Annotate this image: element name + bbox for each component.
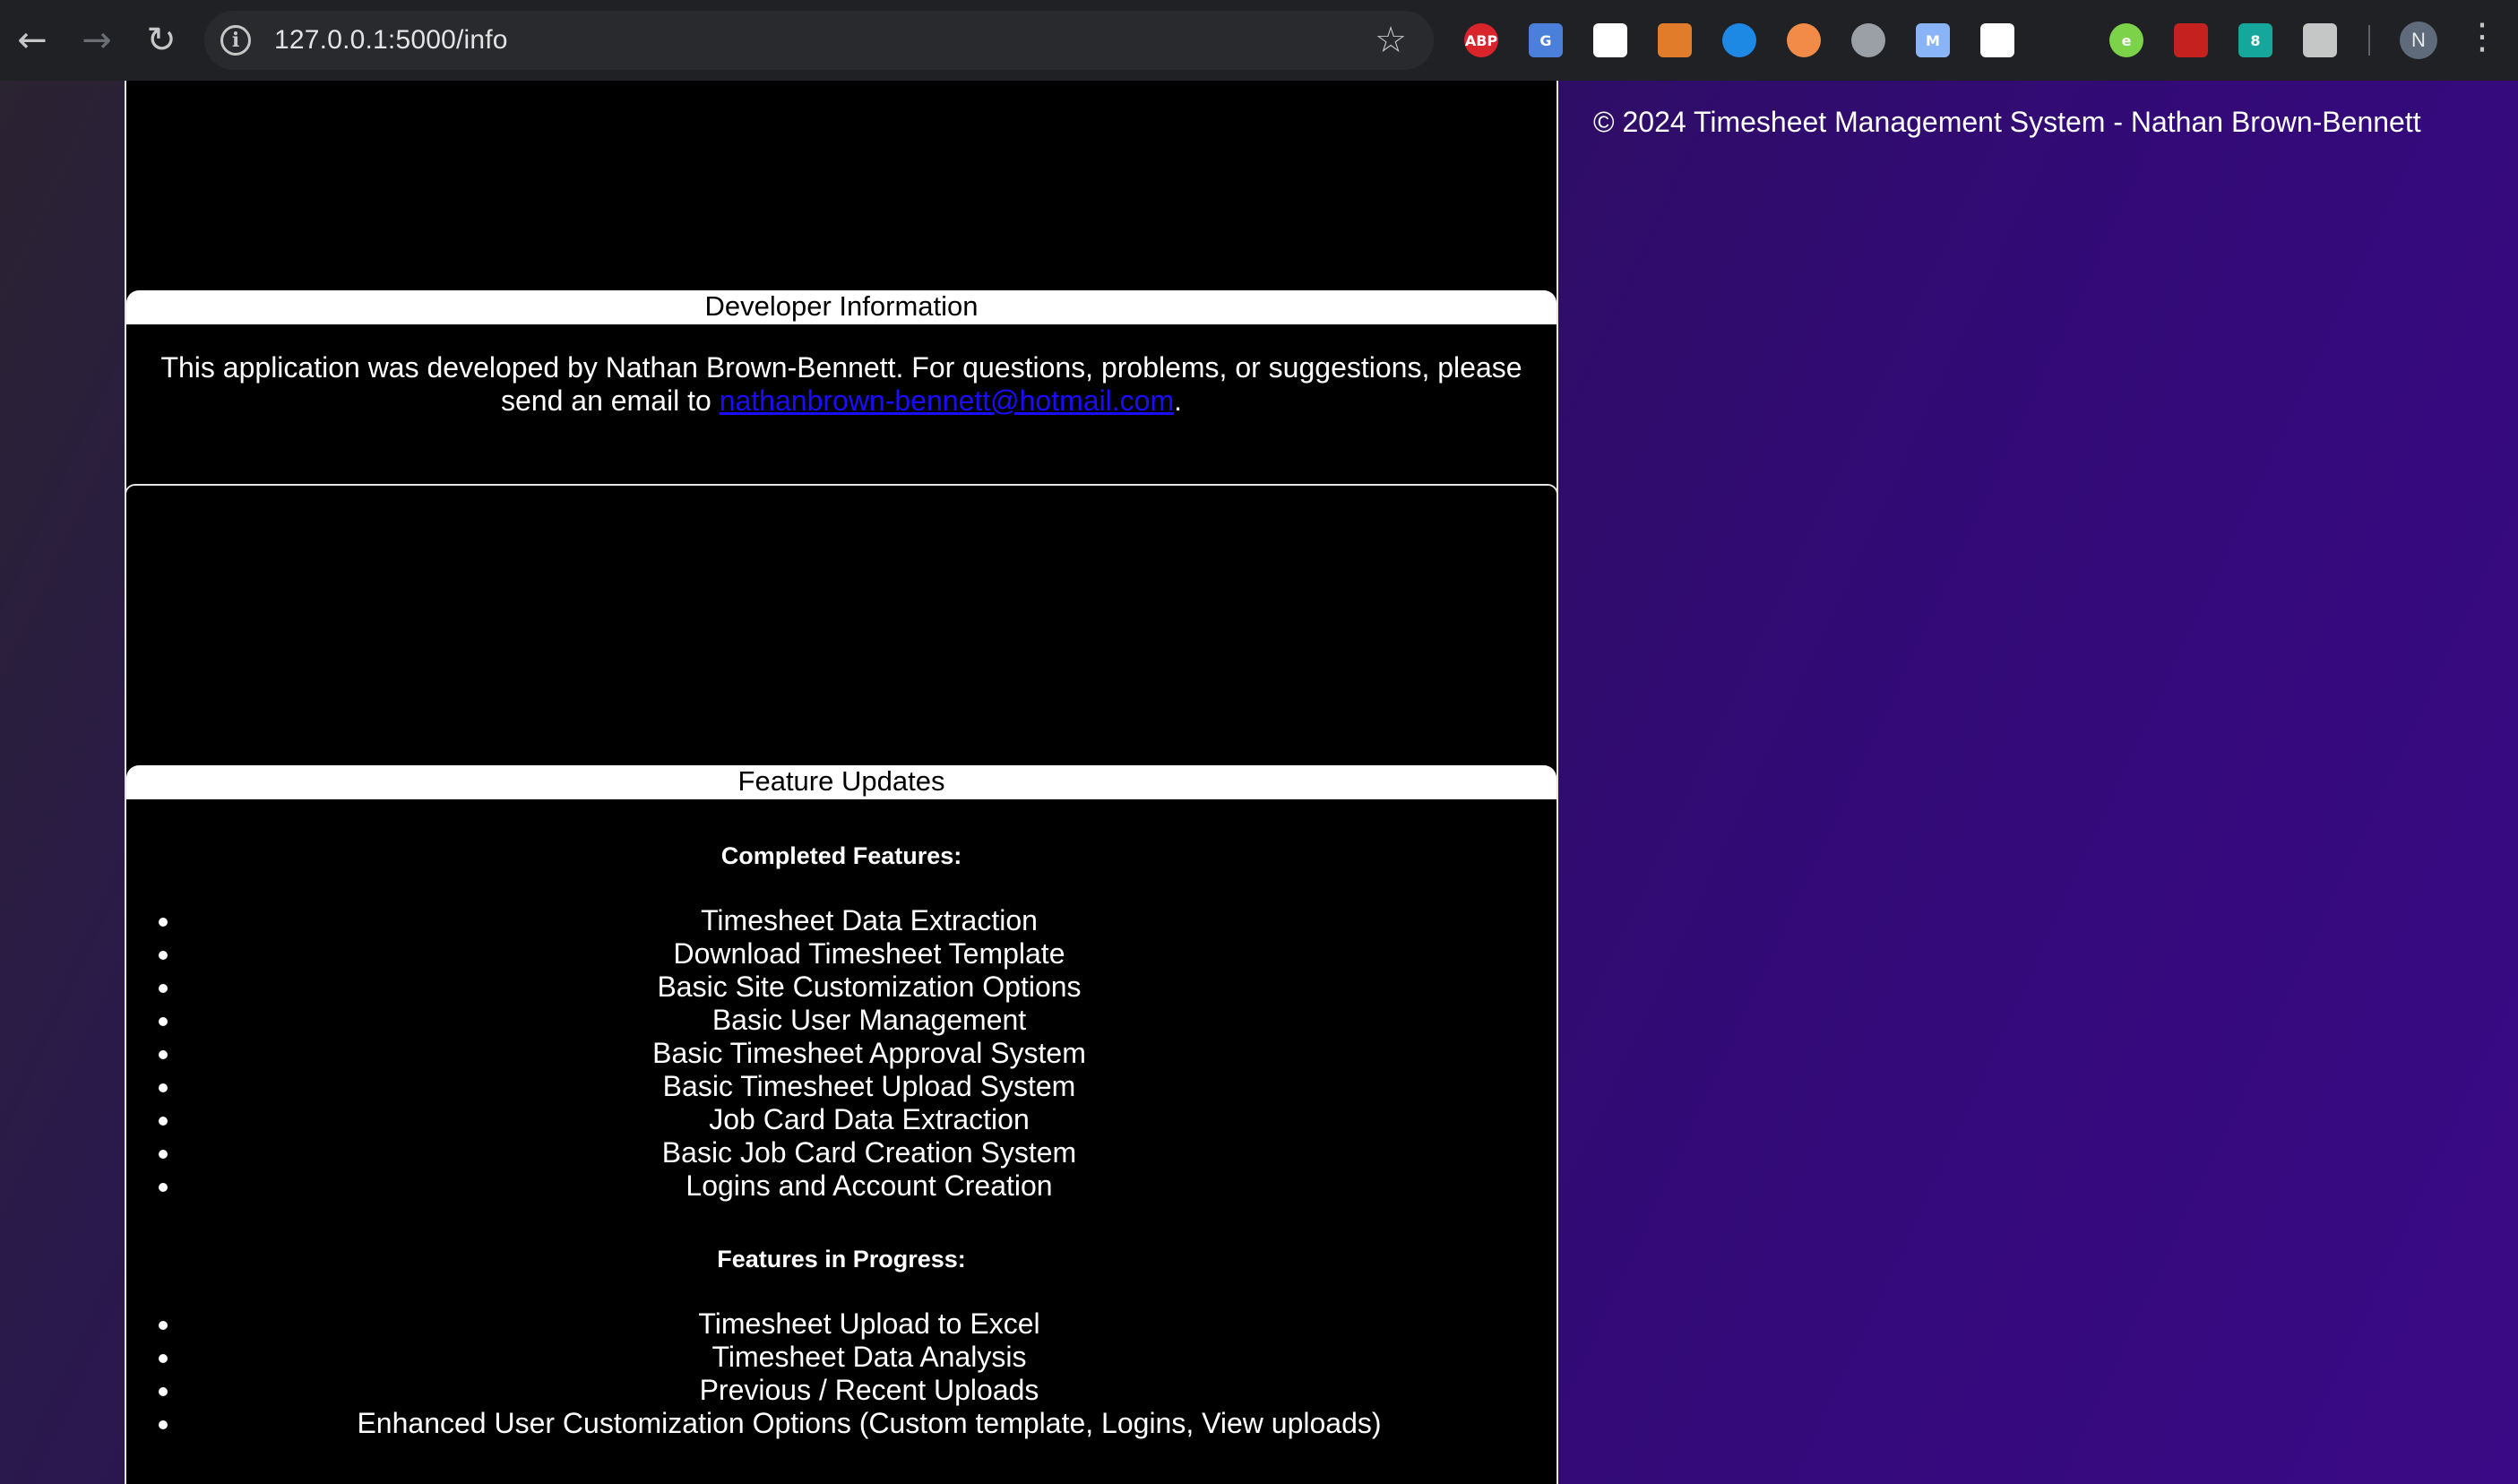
m-extension-icon[interactable]: M <box>1916 23 1950 57</box>
completed-feature-item: Basic Site Customization Options <box>182 971 1557 1004</box>
in-progress-features-list: Timesheet Upload to ExcelTimesheet Data … <box>182 1307 1557 1440</box>
adblock-plus-icon[interactable]: ABP <box>1464 23 1498 57</box>
bookmark-star-icon[interactable]: ☆ <box>1375 20 1407 61</box>
profile-avatar[interactable]: N <box>2400 22 2437 59</box>
address-bar[interactable]: i 127.0.0.1:5000/info ☆ <box>204 11 1434 70</box>
developer-info-title: Developer Information <box>126 290 1557 324</box>
completed-feature-item: Download Timesheet Template <box>182 937 1557 971</box>
completed-features-list: Timesheet Data ExtractionDownload Timesh… <box>182 904 1557 1203</box>
e-extension-icon[interactable]: e <box>2109 23 2143 57</box>
feature-updates-card: Feature Updates Completed Features: Time… <box>125 484 1558 1484</box>
completed-feature-item: Basic Timesheet Approval System <box>182 1037 1557 1070</box>
completed-features-heading: Completed Features: <box>720 842 962 869</box>
reload-icon[interactable]: ↻ <box>129 0 194 81</box>
footer-copyright: © 2024 Timesheet Management System - Nat… <box>1593 106 2421 138</box>
developer-info-text: This application was developed by Nathan… <box>126 324 1557 418</box>
completed-feature-item: Basic Job Card Creation System <box>182 1136 1557 1169</box>
page-viewport: © 2024 Timesheet Management System - Nat… <box>0 81 2518 1484</box>
forward-arrow-icon[interactable]: → <box>65 0 129 81</box>
back-arrow-icon[interactable]: ← <box>0 0 65 81</box>
card-image <box>126 81 1557 290</box>
more-menu-icon[interactable]: ⋮ <box>2464 16 2500 57</box>
cursor-tool-icon[interactable] <box>1593 23 1627 57</box>
developer-email-link[interactable]: nathanbrown-bennett@hotmail.com <box>720 384 1174 417</box>
developer-info-period: . <box>1174 384 1183 417</box>
feature-updates-title: Feature Updates <box>126 765 1557 799</box>
completed-feature-item: Basic User Management <box>182 1004 1557 1037</box>
site-info-icon[interactable]: i <box>220 25 251 56</box>
card-image <box>126 486 1557 765</box>
browser-toolbar: ← → ↻ i 127.0.0.1:5000/info ☆ ABP G Me 8 N … <box>0 0 2518 81</box>
window-tool-icon[interactable] <box>1658 23 1692 57</box>
completed-feature-item: Job Card Data Extraction <box>182 1103 1557 1136</box>
capsule-icon[interactable] <box>1787 23 1821 57</box>
completed-feature-item: Timesheet Data Extraction <box>182 904 1557 937</box>
in-progress-feature-item: Previous / Recent Uploads <box>182 1374 1557 1407</box>
in-progress-feature-item: Timesheet Upload to Excel <box>182 1307 1557 1341</box>
toolbar-divider <box>2368 25 2370 56</box>
in-progress-feature-item: Enhanced User Customization Options (Cus… <box>182 1407 1557 1440</box>
completed-feature-item: Logins and Account Creation <box>182 1169 1557 1203</box>
bell-icon[interactable] <box>2045 23 2079 57</box>
edge-icon[interactable] <box>1722 23 1756 57</box>
in-progress-heading: Features in Progress: <box>717 1246 966 1273</box>
target-icon[interactable] <box>1851 23 1885 57</box>
puzzle-icon[interactable] <box>2303 23 2337 57</box>
url-text[interactable]: 127.0.0.1:5000/info <box>274 25 508 56</box>
picture-in-picture-icon[interactable] <box>1980 23 2014 57</box>
in-progress-feature-item: Timesheet Data Analysis <box>182 1341 1557 1374</box>
google-translate-icon[interactable]: G <box>1529 23 1563 57</box>
completed-feature-item: Basic Timesheet Upload System <box>182 1070 1557 1103</box>
pdf-icon[interactable] <box>2174 23 2208 57</box>
developer-info-card: Developer Information This application w… <box>125 81 1558 527</box>
teal-extension-icon[interactable]: 8 <box>2238 23 2272 57</box>
